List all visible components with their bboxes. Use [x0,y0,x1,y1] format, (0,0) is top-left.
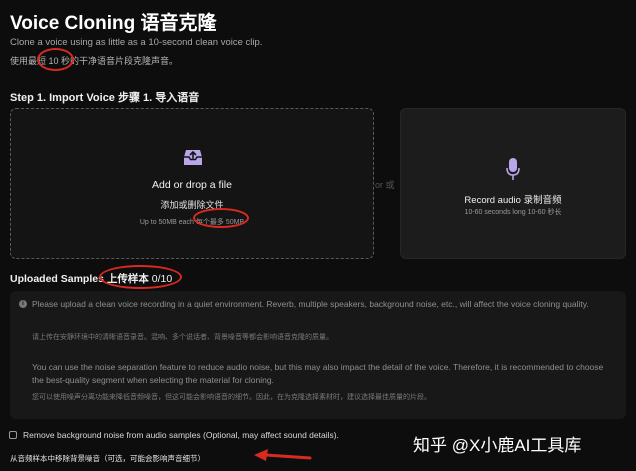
annotation-oval [99,265,182,289]
info-paragraph-2: You can use the noise separation feature… [32,362,604,385]
step-heading: Step 1. Import Voice 步骤 1. 导入语音 [10,92,200,104]
upload-size-limit: Up to 50MB each 每个最多 50MB [139,219,245,226]
annotation-arrow [254,449,312,461]
file-upload-dropzone[interactable]: Add or drop a file 添加或删除文件 Up to 50MB ea… [10,108,374,259]
page-subtitle-cn: 使用最短 10 秒的干净语音片段克隆声音。 [10,56,179,66]
remove-noise-label[interactable]: Remove background noise from audio sampl… [23,430,339,440]
upload-tray-icon [184,150,202,165]
upload-title: Add or drop a file [152,179,232,191]
remove-noise-checkbox[interactable] [9,431,17,439]
annotation-oval [37,48,74,71]
or-divider: or 或 [375,180,395,190]
upload-title-cn: 添加或删除文件 [160,200,224,210]
record-title: Record audio 录制音频 [464,195,562,206]
annotation-oval [193,208,249,228]
remove-noise-label-cn: 从音频样本中移除背景噪音（可选，可能会影响声音细节） [10,454,205,463]
page-subtitle: Clone a voice using as little as a 10-se… [10,37,263,48]
watermark: 知乎 @X小鹿AI工具库 [413,436,582,455]
page-title: Voice Cloning 语音克隆 [10,13,217,34]
info-paragraph-1: Please upload a clean voice recording in… [32,299,589,309]
record-duration: 10-60 seconds long 10-60 秒长 [464,209,562,216]
uploaded-samples-label: Uploaded Samples [10,273,107,285]
record-audio-button[interactable]: Record audio 录制音频 10-60 seconds long 10-… [400,108,626,259]
info-paragraph-1-cn: 请上传在安静环境中的清晰语音录音。混响、多个说话者、背景噪音等都会影响语音克隆的… [32,334,333,341]
microphone-icon [506,158,520,180]
info-notice: i Please upload a clean voice recording … [10,291,626,419]
info-icon: i [19,300,27,308]
info-paragraph-2-cn: 您可以使用噪声分离功能来降低音频噪音，但这可能会影响语音的细节。因此，在为克隆选… [32,394,431,401]
